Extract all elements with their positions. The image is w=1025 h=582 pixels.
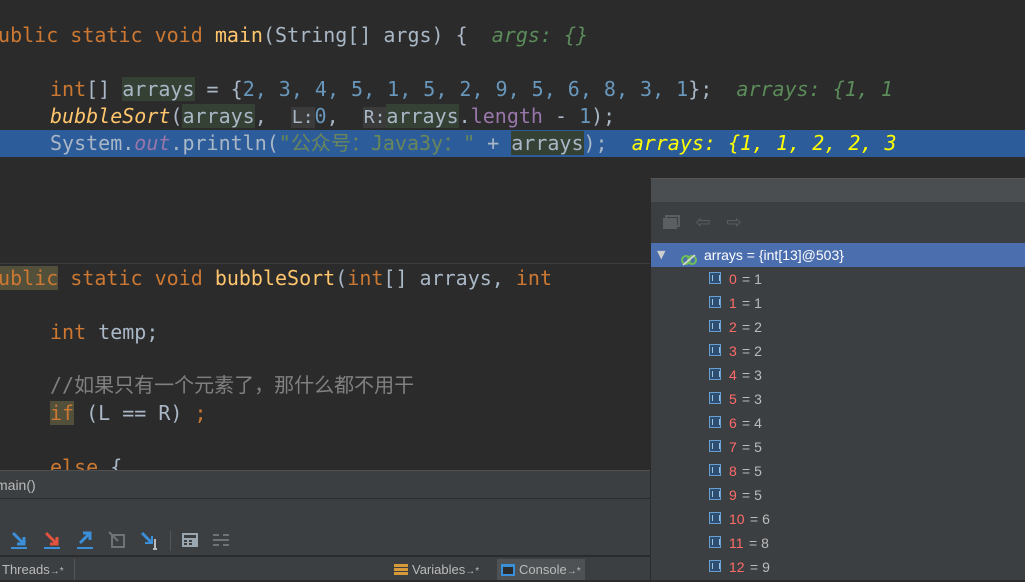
variable-index: 0 (729, 271, 737, 287)
variable-value: = 3 (742, 391, 762, 407)
array-element-icon (709, 368, 721, 380)
inline-debug-hint: args: {} (491, 23, 589, 47)
code-line-array-init: int[] arrays = {2, 3, 4, 5, 1, 5, 2, 9, … (50, 77, 893, 101)
variable-index: 9 (729, 487, 737, 503)
arrow-down-right-icon[interactable] (8, 529, 30, 551)
variable-item[interactable]: 12 = 9 (651, 555, 1025, 579)
code-line-else: else { (50, 455, 123, 470)
tab-divider (74, 559, 75, 580)
variables-icon (394, 561, 408, 575)
variable-item[interactable]: 10 = 6 (651, 507, 1025, 531)
variable-index: 4 (729, 367, 737, 383)
array-element-icon (709, 464, 721, 476)
variable-value: = 2 (742, 343, 762, 359)
variable-value: = 1 (742, 271, 762, 287)
frame-item-main[interactable]: main() (0, 471, 36, 499)
variable-item[interactable]: 4 = 3 (651, 363, 1025, 387)
step-out-icon[interactable] (74, 529, 96, 551)
variable-index: 6 (729, 415, 737, 431)
variable-item[interactable]: 2 = 2 (651, 315, 1025, 339)
method-separator (0, 263, 650, 264)
variable-index: 3 (729, 343, 737, 359)
variable-item[interactable]: 0 = 1 (651, 267, 1025, 291)
variable-value: = 4 (742, 415, 762, 431)
arrow-left-icon[interactable]: ⇦ (693, 213, 713, 233)
array-element-icon (709, 344, 721, 356)
variable-item[interactable]: 8 = 5 (651, 459, 1025, 483)
array-element-icon (709, 272, 721, 284)
calculator-icon[interactable] (179, 529, 201, 551)
variable-item[interactable]: 7 = 5 (651, 435, 1025, 459)
variable-item[interactable]: 9 = 5 (651, 483, 1025, 507)
debug-stepping-toolbar (0, 525, 650, 555)
parameter-hint-R: R: (362, 107, 387, 128)
debug-toolbar-strip (0, 498, 650, 525)
variables-nav-toolbar: ⇦ ⇨ (651, 203, 1025, 243)
variable-value: = 5 (742, 487, 762, 503)
current-execution-line: System.out.println("公众号：Java3y：" + array… (0, 130, 1025, 157)
step-into-icon[interactable] (41, 529, 63, 551)
variable-value: = 9 (750, 559, 770, 575)
code-line-if: if (L == R) ; (50, 401, 207, 425)
variable-root-arrays[interactable]: ▼ arrays = {int[13]@503} (651, 243, 1025, 267)
variable-value: = 5 (742, 439, 762, 455)
variable-item[interactable]: 5 = 3 (651, 387, 1025, 411)
variable-index: 7 (729, 439, 737, 455)
run-to-cursor-icon[interactable] (139, 529, 161, 551)
variable-index: 8 (729, 463, 737, 479)
variables-panel-titlebar (651, 179, 1025, 202)
variable-value: = 5 (742, 463, 762, 479)
code-line-bubblesort-call: bubbleSort(arrays, L:0, R:arrays.length … (50, 104, 616, 128)
tab-threads[interactable]: Threads→* (0, 559, 68, 580)
variable-index: 12 (729, 559, 745, 575)
variable-item[interactable]: 11 = 8 (651, 531, 1025, 555)
trace-icon[interactable] (210, 529, 232, 551)
array-element-icon (709, 416, 721, 428)
tab-console[interactable]: Console→* (497, 559, 585, 580)
code-line-main-signature: public static void main(String[] args) {… (0, 23, 589, 47)
frames-list[interactable]: main() (0, 470, 650, 499)
variable-value: = 1 (742, 295, 762, 311)
variable-item[interactable]: 1 = 1 (651, 291, 1025, 315)
parameter-hint-L: L: (290, 107, 315, 128)
code-line-temp: int temp; (50, 320, 159, 344)
array-element-icon (709, 560, 721, 572)
object-watch-icon (681, 249, 697, 266)
array-element-icon (709, 440, 721, 452)
frames-icon[interactable] (661, 213, 681, 233)
code-line-bubblesort-signature: public static void bubbleSort(int[] arra… (0, 265, 552, 292)
variable-index: 2 (729, 319, 737, 335)
array-element-icon (709, 536, 721, 548)
variable-index: 5 (729, 391, 737, 407)
variable-item[interactable]: 3 = 2 (651, 339, 1025, 363)
array-element-icon (709, 392, 721, 404)
variable-index: 10 (729, 511, 745, 527)
array-element-icon (709, 512, 721, 524)
array-element-icon (709, 488, 721, 500)
variable-item[interactable]: 6 = 4 (651, 411, 1025, 435)
drop-frame-icon[interactable] (106, 529, 128, 551)
variable-value: = 3 (742, 367, 762, 383)
console-icon (501, 561, 515, 576)
inline-debug-hint: arrays: {1, 1 (736, 77, 893, 101)
variables-panel[interactable]: ⇦ ⇨ ▼ arrays = {int[13]@503} 0 = 1 1 = 1 2 = … (650, 178, 1025, 580)
code-line-comment: //如果只有一个元素了，那什么都不用干 (50, 373, 415, 397)
tab-variables[interactable]: Variables→* (390, 559, 484, 580)
inline-debug-hint: arrays: {1, 1, 2, 2, 3 (631, 131, 897, 155)
variable-value: = 2 (742, 319, 762, 335)
array-element-icon (709, 296, 721, 308)
debug-tab-bar: Threads→* Variables→* Console→* (0, 556, 650, 580)
variable-value: = 6 (750, 511, 770, 527)
variable-value: = 8 (749, 535, 769, 551)
array-element-icon (709, 320, 721, 332)
variable-index: 11 (729, 535, 744, 551)
toolbar-divider (170, 531, 171, 551)
arrow-right-icon[interactable]: ⇨ (724, 213, 744, 233)
variable-index: 1 (729, 295, 737, 311)
chevron-down-icon[interactable]: ▼ (657, 243, 665, 267)
